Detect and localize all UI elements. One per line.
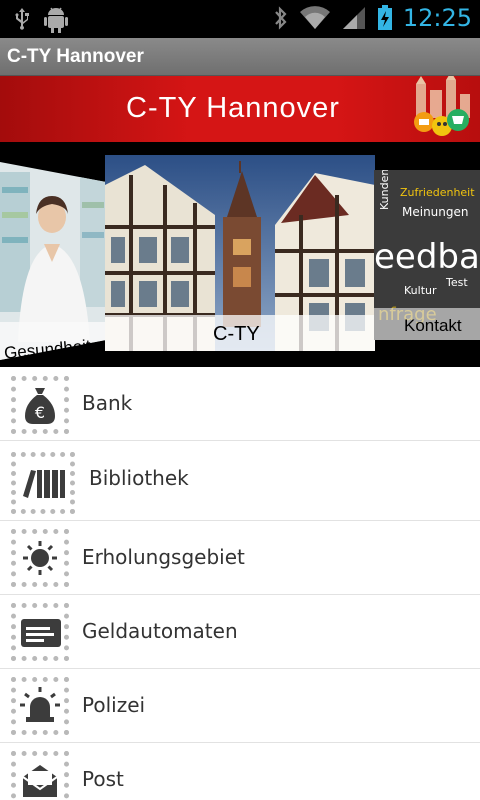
svg-text:Meinungen: Meinungen: [402, 205, 469, 219]
svg-text:€: €: [35, 403, 45, 422]
list-item-label: Geldautomaten: [82, 619, 238, 643]
mail-icon: [22, 765, 58, 797]
list-icon-frame: [11, 452, 75, 514]
svg-text:eedba: eedba: [374, 237, 480, 277]
svg-text:Zufriedenheit: Zufriedenheit: [400, 186, 475, 199]
carousel-caption-kontakt: Kontakt: [404, 316, 462, 335]
list-item-label: Erholungsgebiet: [82, 545, 245, 569]
feedback-wordcloud-image: Zufriedenheit Meinungen eedba Kultur Tes…: [374, 169, 480, 367]
list-icon-frame: [11, 603, 69, 661]
wifi-icon: [299, 6, 330, 29]
status-bar: 12:25: [0, 0, 480, 38]
city-logo-icon: [414, 76, 470, 136]
banner-logo-text: C-TY Hannover: [126, 92, 340, 124]
list-item-label: Bibliothek: [89, 466, 189, 490]
app-title: C-TY Hannover: [7, 46, 144, 67]
action-bar: C-TY Hannover: [0, 38, 480, 76]
image-carousel[interactable]: Gesundheit C-TY Zufriedenheit Meinungen …: [0, 142, 480, 367]
header-banner: C-TY Hannover: [0, 76, 480, 142]
list-item-label: Bank: [82, 391, 133, 415]
money-bag-icon: €: [25, 388, 55, 424]
svg-text:Kultur: Kultur: [404, 284, 437, 297]
list-icon-frame: €: [11, 376, 69, 434]
carousel-card-kontakt[interactable]: Zufriedenheit Meinungen eedba Kultur Tes…: [374, 169, 480, 367]
books-icon: [23, 470, 65, 498]
sun-icon: [23, 541, 57, 575]
list-icon-frame: [11, 751, 69, 800]
svg-text:Kunden: Kunden: [378, 170, 391, 210]
battery-charging-icon: [377, 5, 392, 30]
list-item-polizei[interactable]: Polizei: [0, 669, 480, 743]
atm-card-icon: [21, 619, 61, 647]
carousel-card-gesundheit[interactable]: Gesundheit: [0, 162, 106, 367]
list-icon-frame: [11, 677, 69, 735]
police-siren-icon: [20, 687, 60, 722]
list-icon-frame: [11, 529, 69, 587]
pharmacy-photo: [0, 162, 106, 360]
bluetooth-icon: [275, 6, 287, 30]
carousel-caption-c-ty: C-TY: [213, 323, 260, 345]
list-item-label: Polizei: [82, 693, 146, 717]
category-list: € Bank Bibliothek Erholungsgebiet Geldau…: [0, 367, 480, 800]
list-item-label: Post: [82, 767, 124, 791]
list-item-geldautomaten[interactable]: Geldautomaten: [0, 595, 480, 669]
signal-icon: [342, 7, 365, 29]
usb-icon: [15, 8, 29, 30]
clock: 12:25: [402, 4, 472, 32]
hannover-city-photo: [105, 155, 375, 351]
svg-text:Test: Test: [445, 276, 468, 289]
list-item-bibliothek[interactable]: Bibliothek: [0, 441, 480, 521]
list-item-post[interactable]: Post: [0, 743, 480, 800]
carousel-card-c-ty[interactable]: C-TY: [105, 155, 375, 351]
android-debug-icon: [44, 7, 68, 33]
list-item-erholungsgebiet[interactable]: Erholungsgebiet: [0, 521, 480, 595]
list-item-bank[interactable]: € Bank: [0, 367, 480, 441]
